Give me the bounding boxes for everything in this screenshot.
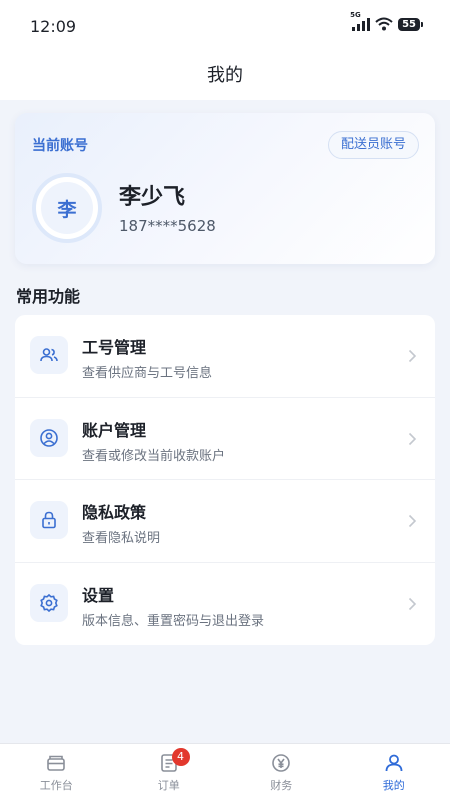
workbench-icon bbox=[47, 755, 66, 771]
menu-item-title: 设置 bbox=[82, 585, 115, 605]
account-card: 当前账号 配送员账号 李 李少飞 187****5628 bbox=[15, 113, 435, 264]
chevron-right-icon bbox=[408, 597, 417, 610]
bottom-tab-bar: 工作台 4 订单 财务 我的 bbox=[0, 743, 450, 800]
role-badge: 配送员账号 bbox=[327, 131, 419, 159]
user-phone: 187****5628 bbox=[119, 217, 216, 235]
tab-label: 财务 bbox=[270, 779, 293, 792]
menu-item-privacy-policy[interactable]: 隐私政策 查看隐私说明 bbox=[15, 480, 435, 563]
chevron-right-icon bbox=[408, 432, 417, 445]
orders-badge: 4 bbox=[171, 748, 190, 766]
signal-icon: 5G bbox=[350, 11, 371, 31]
status-bar: 12:09 5G 55 bbox=[0, 0, 450, 52]
finance-icon bbox=[272, 754, 291, 772]
menu-item-title: 工号管理 bbox=[82, 338, 147, 357]
avatar: 李 bbox=[32, 173, 102, 243]
avatar-initial: 李 bbox=[41, 182, 93, 234]
current-account-label: 当前账号 bbox=[32, 138, 88, 154]
gear-icon bbox=[30, 583, 68, 622]
menu-item-subtitle: 查看隐私说明 bbox=[82, 531, 161, 546]
menu-item-subtitle: 查看供应商与工号信息 bbox=[82, 366, 213, 381]
menu-item-subtitle: 版本信息、重置密码与退出登录 bbox=[82, 613, 265, 629]
nav-bar: 我的 bbox=[0, 52, 450, 100]
profile-icon bbox=[385, 754, 403, 772]
user-circle-icon bbox=[30, 418, 68, 457]
chevron-right-icon bbox=[408, 514, 417, 528]
wifi-icon bbox=[375, 17, 393, 31]
status-time: 12:09 bbox=[30, 17, 77, 36]
page-title: 我的 bbox=[207, 65, 243, 86]
tab-label: 我的 bbox=[382, 779, 405, 792]
menu-item-title: 账户管理 bbox=[82, 420, 147, 440]
users-icon bbox=[30, 336, 68, 374]
tab-orders[interactable]: 4 订单 bbox=[113, 744, 226, 800]
status-icons: 5G 55 bbox=[350, 11, 423, 31]
tab-finance[interactable]: 财务 bbox=[225, 744, 338, 800]
user-name: 李少飞 bbox=[119, 185, 186, 210]
menu-item-title: 隐私政策 bbox=[82, 503, 147, 522]
chevron-right-icon bbox=[408, 349, 417, 363]
menu-item-account-management[interactable]: 账户管理 查看或修改当前收款账户 bbox=[15, 398, 435, 480]
tab-label: 工作台 bbox=[39, 779, 73, 792]
lock-icon bbox=[30, 501, 68, 539]
battery-icon: 55 bbox=[398, 17, 423, 31]
tab-label: 订单 bbox=[157, 779, 180, 792]
function-menu: 工号管理 查看供应商与工号信息 账户管理 查看或修改当前收款账户 隐私政策 查看… bbox=[15, 315, 435, 645]
tab-profile[interactable]: 我的 bbox=[338, 744, 450, 800]
section-title-common-functions: 常用功能 bbox=[16, 287, 81, 306]
tab-workbench[interactable]: 工作台 bbox=[0, 744, 113, 800]
menu-item-settings[interactable]: 设置 版本信息、重置密码与退出登录 bbox=[15, 563, 435, 646]
menu-item-subtitle: 查看或修改当前收款账户 bbox=[82, 448, 226, 464]
menu-item-employee-id[interactable]: 工号管理 查看供应商与工号信息 bbox=[15, 315, 435, 398]
network-type: 5G bbox=[350, 11, 361, 19]
